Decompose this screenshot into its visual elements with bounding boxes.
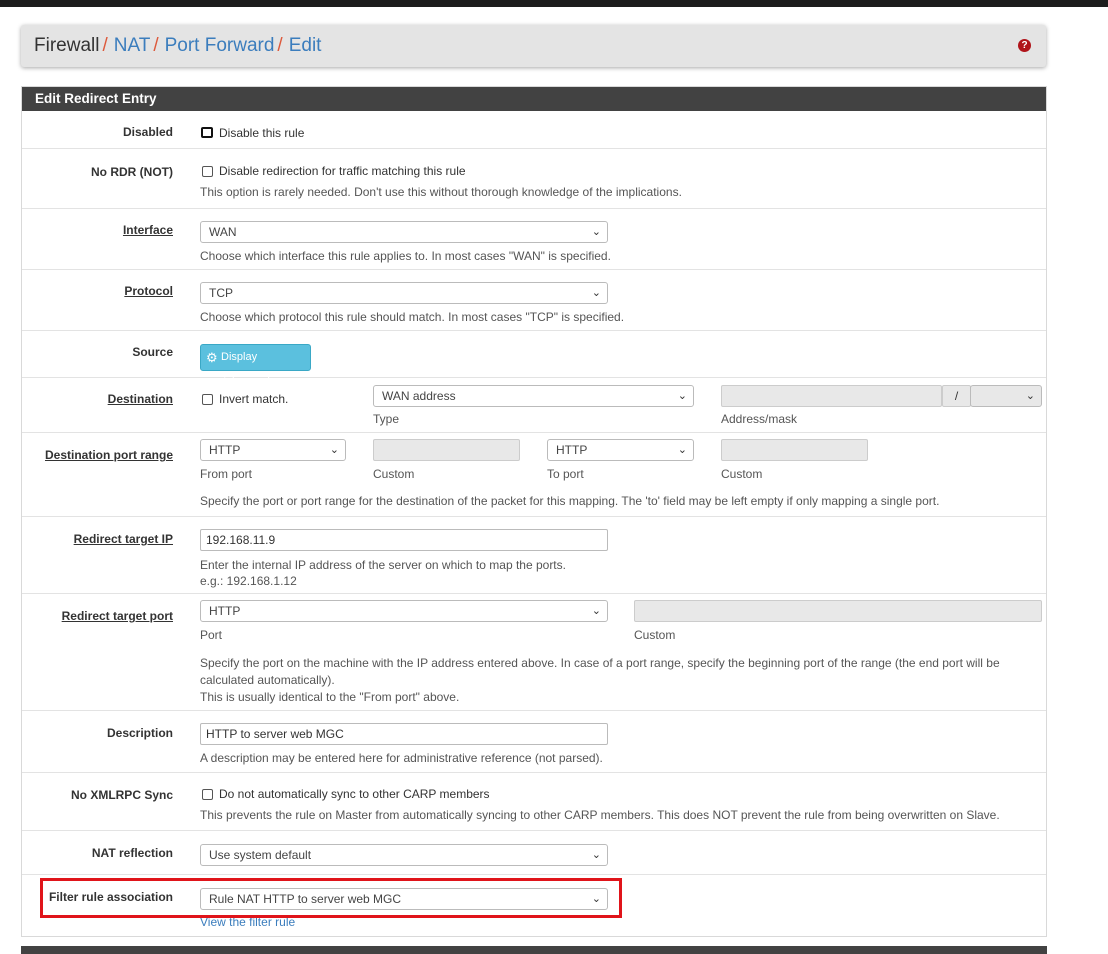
redirect-target-ip-input[interactable]: 192.168.11.9	[200, 529, 608, 551]
chevron-down-icon: ⌄	[591, 849, 601, 861]
interface-help: Choose which interface this rule applies…	[200, 249, 611, 263]
no-xmlrpc-sync-label: No XMLRPC Sync	[70, 788, 173, 802]
breadcrumb-port-forward-link[interactable]: Port Forward	[165, 35, 275, 56]
destination-type-caption: Type	[373, 412, 400, 426]
destination-type-value: WAN address	[382, 389, 456, 403]
chevron-down-icon: ⌄	[329, 444, 339, 456]
breadcrumb-separator: /	[277, 35, 283, 56]
breadcrumb-separator: /	[102, 35, 108, 56]
chevron-down-icon: ⌄	[1025, 390, 1035, 402]
breadcrumb-separator: /	[153, 35, 159, 56]
from-port-custom-input[interactable]	[373, 439, 520, 461]
protocol-select-value: TCP	[209, 286, 233, 300]
to-port-select[interactable]: HTTP ⌄	[547, 439, 694, 461]
destination-port-range-label: Destination port range	[44, 448, 173, 462]
row-no-rdr: No RDR (NOT) Disable redirection for tra…	[22, 149, 1046, 209]
description-help: A description may be entered here for ad…	[200, 751, 603, 765]
row-redirect-target-ip: Redirect target IP 192.168.11.9 Enter th…	[22, 517, 1046, 594]
no-rdr-label: No RDR (NOT)	[91, 165, 173, 179]
destination-mask-select[interactable]: ⌄	[970, 385, 1042, 407]
description-input[interactable]: HTTP to server web MGC	[200, 723, 608, 745]
nat-reflection-value: Use system default	[209, 848, 312, 862]
disabled-checkbox[interactable]	[201, 127, 213, 138]
row-description: Description HTTP to server web MGC A des…	[22, 711, 1046, 773]
row-disabled: Disabled Disable this rule	[22, 111, 1046, 149]
redirect-target-ip-label: Redirect target IP	[73, 532, 173, 546]
next-panel-heading	[21, 946, 1047, 954]
no-rdr-checkbox[interactable]	[202, 166, 213, 177]
invert-match-checkbox[interactable]	[202, 394, 213, 405]
breadcrumb-edit-link[interactable]: Edit	[289, 35, 322, 56]
nat-reflection-select[interactable]: Use system default ⌄	[200, 844, 608, 866]
redirect-target-port-value: HTTP	[209, 604, 241, 618]
no-rdr-checkbox-label: Disable redirection for traffic matching…	[219, 164, 466, 178]
row-destination: Destination Invert match. WAN address ⌄ T…	[22, 378, 1046, 433]
redirect-target-port-help-2: calculated automatically).	[200, 673, 335, 687]
protocol-select[interactable]: TCP ⌄	[200, 282, 608, 304]
source-label: Source	[132, 345, 173, 359]
to-port-custom-caption: Custom	[721, 467, 763, 481]
from-port-value: HTTP	[209, 443, 241, 457]
disabled-label: Disabled	[122, 125, 173, 139]
no-rdr-help: This option is rarely needed. Don't use …	[200, 185, 682, 199]
chevron-down-icon: ⌄	[677, 390, 687, 402]
redirect-target-port-label: Redirect target port	[61, 609, 173, 623]
redirect-target-ip-help: Enter the internal IP address of the ser…	[200, 558, 566, 572]
invert-match-label: Invert match.	[219, 392, 289, 406]
mask-separator: /	[942, 385, 971, 407]
destination-address-input[interactable]	[721, 385, 942, 407]
chevron-down-icon: ⌄	[591, 605, 601, 617]
row-protocol: Protocol TCP ⌄ Choose which protocol this…	[22, 270, 1046, 331]
from-port-custom-caption: Custom	[373, 467, 415, 481]
row-nat-reflection: NAT reflection Use system default ⌄	[22, 831, 1046, 875]
chevron-down-icon: ⌄	[591, 226, 601, 238]
interface-select-value: WAN	[209, 225, 237, 239]
redirect-target-port-caption: Port	[200, 628, 223, 642]
from-port-select[interactable]: HTTP ⌄	[200, 439, 346, 461]
no-xmlrpc-sync-help: This prevents the rule on Master from au…	[200, 808, 1000, 822]
top-navbar	[0, 0, 1108, 7]
redirect-target-port-custom-input[interactable]	[634, 600, 1042, 622]
panel-title: Edit Redirect Entry	[22, 87, 1046, 111]
destination-port-help: Specify the port or port range for the d…	[200, 494, 940, 508]
to-port-custom-input[interactable]	[721, 439, 868, 461]
description-label: Description	[106, 726, 173, 740]
chevron-down-icon: ⌄	[677, 444, 687, 456]
display-advanced-button[interactable]: ⚙ Display Advanced	[200, 344, 311, 388]
breadcrumb-firewall: Firewall	[34, 35, 100, 56]
breadcrumb-nat-link[interactable]: NAT	[114, 35, 151, 56]
redirect-target-port-custom-caption: Custom	[634, 628, 676, 642]
edit-redirect-panel: Edit Redirect Entry Disabled Disable thi…	[21, 86, 1047, 937]
redirect-target-port-help-1: Specify the port on the machine with the…	[200, 656, 1000, 670]
interface-label: Interface	[122, 223, 173, 237]
disabled-checkbox-label: Disable this rule	[219, 126, 305, 140]
gear-icon: ⚙	[206, 350, 218, 365]
row-interface: Interface WAN ⌄ Choose which interface th…	[22, 209, 1046, 270]
breadcrumb: Firewall / NAT / Port Forward / Edit ?	[21, 25, 1046, 67]
destination-label: Destination	[107, 392, 173, 406]
row-destination-port-range: Destination port range HTTP ⌄ From port C…	[22, 433, 1046, 517]
highlight-box	[40, 878, 622, 918]
to-port-value: HTTP	[556, 443, 588, 457]
row-source: Source ⚙ Display Advanced	[22, 331, 1046, 388]
redirect-target-port-help-3: This is usually identical to the "From p…	[200, 690, 460, 704]
question-circle-icon[interactable]: ?	[1018, 39, 1031, 52]
chevron-down-icon: ⌄	[591, 287, 601, 299]
protocol-help: Choose which protocol this rule should m…	[200, 310, 625, 324]
redirect-target-ip-example: e.g.: 192.168.1.12	[200, 574, 297, 588]
row-no-xmlrpc-sync: No XMLRPC Sync Do not automatically sync…	[22, 773, 1046, 831]
no-xmlrpc-sync-checkbox-label: Do not automatically sync to other CARP …	[219, 787, 490, 801]
interface-select[interactable]: WAN ⌄	[200, 221, 608, 243]
redirect-target-port-select[interactable]: HTTP ⌄	[200, 600, 608, 622]
nat-reflection-label: NAT reflection	[91, 846, 173, 860]
destination-type-select[interactable]: WAN address ⌄	[373, 385, 694, 407]
from-port-caption: From port	[200, 467, 253, 481]
to-port-caption: To port	[547, 467, 584, 481]
destination-address-caption: Address/mask	[721, 412, 798, 426]
row-redirect-target-port: Redirect target port HTTP ⌄ Port Custom S…	[22, 594, 1046, 711]
no-xmlrpc-sync-checkbox[interactable]	[202, 789, 213, 800]
protocol-label: Protocol	[124, 284, 173, 298]
